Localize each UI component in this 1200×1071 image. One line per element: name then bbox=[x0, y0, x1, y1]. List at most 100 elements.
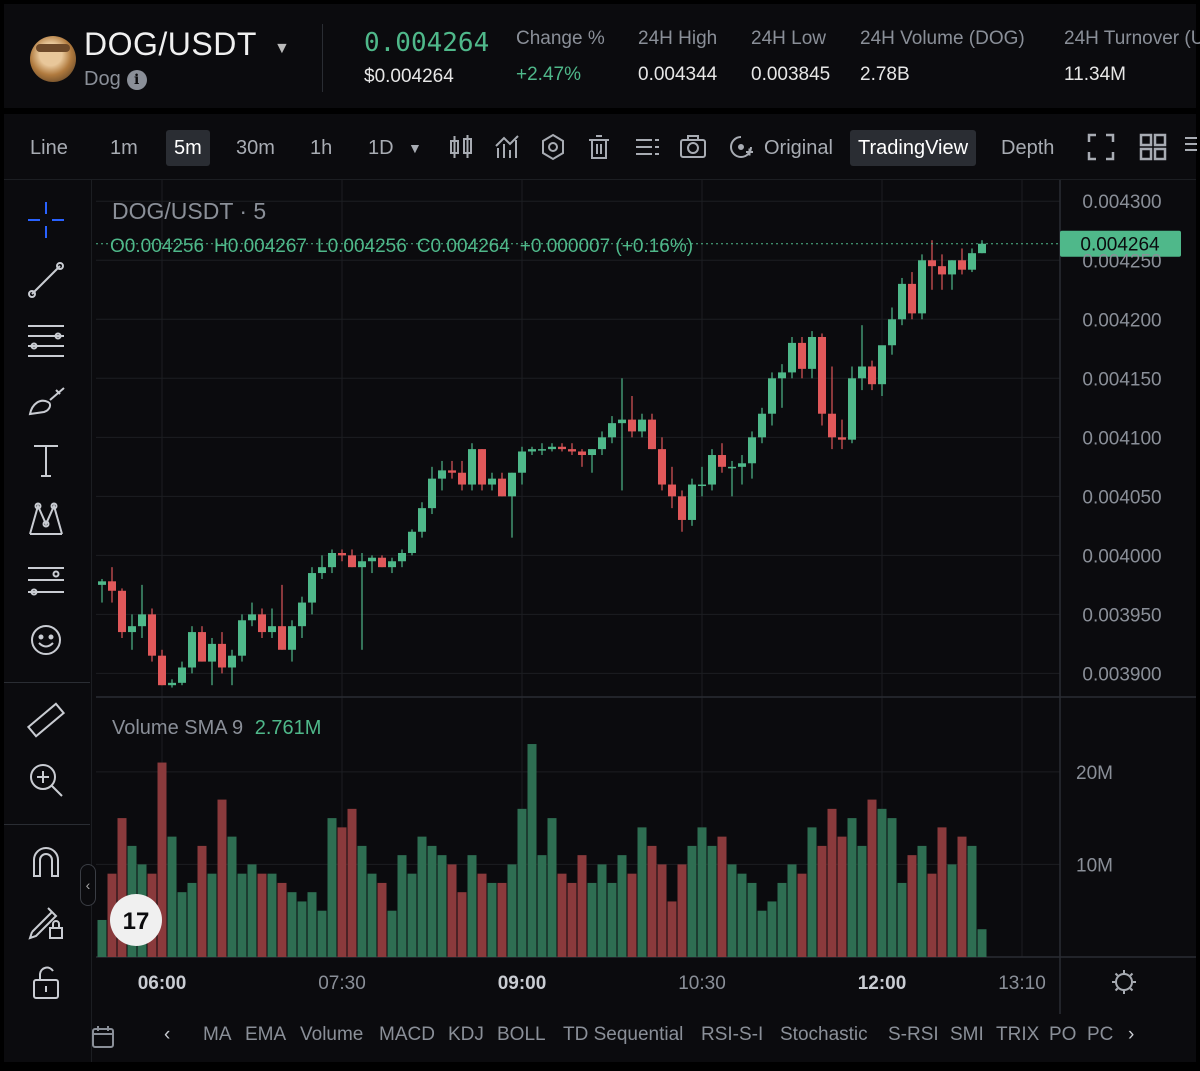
candle-body bbox=[358, 561, 366, 568]
volume-bar bbox=[387, 910, 397, 957]
candle-body bbox=[248, 614, 256, 621]
volume-bar bbox=[277, 882, 287, 957]
price-tick-label: 0.004300 bbox=[1082, 192, 1161, 213]
stat-label: 24H Volume (DOG) bbox=[860, 28, 1025, 49]
candle-body bbox=[638, 419, 646, 432]
candle-body bbox=[658, 449, 666, 485]
chart-title: DOG/USDT · 5 bbox=[112, 198, 266, 224]
volume-bar bbox=[557, 873, 567, 957]
candle-body bbox=[258, 614, 266, 633]
stat-24h-high: 24H High 0.004344 bbox=[638, 28, 717, 86]
indicator-td-sequential[interactable]: TD Sequential bbox=[563, 1024, 683, 1046]
indicator-smi[interactable]: SMI bbox=[950, 1024, 984, 1046]
volume-bar bbox=[867, 799, 877, 957]
volume-bar bbox=[487, 882, 497, 957]
indicator-ma[interactable]: MA bbox=[203, 1024, 232, 1046]
volume-bar bbox=[427, 845, 437, 957]
volume-bar bbox=[687, 845, 697, 957]
volume-bar bbox=[397, 855, 407, 957]
candle-body bbox=[868, 366, 876, 385]
volume-bar bbox=[257, 873, 267, 957]
price-tick-label: 0.004100 bbox=[1082, 428, 1161, 449]
volume-bar bbox=[667, 901, 677, 957]
indicator-boll[interactable]: BOLL bbox=[497, 1024, 546, 1046]
volume-bar bbox=[737, 873, 747, 957]
indicator-pc[interactable]: PC bbox=[1087, 1024, 1113, 1046]
volume-bar bbox=[237, 873, 247, 957]
token-name: Dog i bbox=[84, 68, 147, 91]
candle-body bbox=[348, 555, 356, 568]
candle-body bbox=[758, 413, 766, 438]
scroll-right-icon[interactable]: › bbox=[1128, 1024, 1134, 1046]
volume-bar bbox=[887, 818, 897, 957]
token-avatar bbox=[30, 36, 76, 82]
candle-body bbox=[778, 372, 786, 379]
indicator-ema[interactable]: EMA bbox=[245, 1024, 286, 1046]
candle-body bbox=[268, 626, 276, 633]
ohlc-value: H0.004267 bbox=[214, 236, 307, 257]
indicator-macd[interactable]: MACD bbox=[379, 1024, 435, 1046]
candle-body bbox=[128, 626, 136, 633]
candle-body bbox=[148, 614, 156, 656]
axis-settings-icon[interactable] bbox=[1115, 973, 1133, 991]
candle-body bbox=[428, 478, 436, 509]
candle-body bbox=[238, 620, 246, 656]
candlestick-chart[interactable]: 0.0042640.0043000.0042500.0042000.004150… bbox=[4, 114, 1196, 1014]
candle-body bbox=[378, 557, 386, 568]
candle-body bbox=[458, 472, 466, 485]
time-tick-label: 13:10 bbox=[998, 973, 1046, 994]
indicator-trix[interactable]: TRIX bbox=[996, 1024, 1039, 1046]
volume-bar bbox=[567, 882, 577, 957]
candle-body bbox=[848, 378, 856, 440]
pair-selector[interactable]: DOG/USDT bbox=[84, 26, 257, 63]
indicator-volume[interactable]: Volume bbox=[300, 1024, 363, 1046]
candle-body bbox=[528, 449, 536, 452]
volume-bar bbox=[897, 882, 907, 957]
volume-bar bbox=[597, 864, 607, 957]
calendar-icon[interactable] bbox=[90, 1024, 116, 1050]
volume-bar bbox=[627, 873, 637, 957]
stat-24h-volume: 24H Volume (DOG) 2.78B bbox=[860, 28, 1025, 86]
candle-body bbox=[228, 655, 236, 668]
candle-body bbox=[918, 260, 926, 314]
volume-bar bbox=[227, 836, 237, 957]
candle-body bbox=[518, 451, 526, 473]
volume-bar bbox=[767, 901, 777, 957]
indicator-rsi-s-i[interactable]: RSI-S-I bbox=[701, 1024, 763, 1046]
candle-body bbox=[578, 451, 586, 456]
candle-body bbox=[978, 243, 986, 254]
stat-label: 24H Turnover (U bbox=[1064, 28, 1200, 49]
indicator-s-rsi[interactable]: S-RSI bbox=[888, 1024, 939, 1046]
stat-value: +2.47% bbox=[516, 64, 581, 85]
ohlc-value: O0.004256 bbox=[110, 236, 204, 257]
candle-body bbox=[878, 345, 886, 385]
scroll-left-icon[interactable]: ‹ bbox=[164, 1024, 170, 1046]
volume-bar bbox=[697, 827, 707, 957]
candle-body bbox=[298, 602, 306, 627]
indicator-stochastic[interactable]: Stochastic bbox=[780, 1024, 868, 1046]
info-icon[interactable]: i bbox=[126, 70, 147, 90]
candle-body bbox=[628, 419, 636, 432]
volume-legend: Volume SMA 9 2.761M bbox=[112, 717, 321, 739]
stat-label: Change % bbox=[516, 28, 605, 49]
axis-settings-tooth bbox=[1129, 987, 1134, 992]
indicator-po[interactable]: PO bbox=[1049, 1024, 1076, 1046]
time-tick-label: 09:00 bbox=[498, 973, 547, 994]
candle-body bbox=[368, 557, 376, 562]
candle-body bbox=[898, 283, 906, 320]
stat-value: 0.003845 bbox=[751, 64, 831, 85]
candle-body bbox=[508, 472, 516, 497]
candle-body bbox=[388, 561, 396, 568]
volume-bar bbox=[547, 818, 557, 957]
volume-bar bbox=[537, 855, 547, 957]
volume-bar bbox=[727, 864, 737, 957]
candle-body bbox=[688, 484, 696, 520]
chevron-down-icon[interactable]: ▼ bbox=[274, 40, 290, 58]
indicator-kdj[interactable]: KDJ bbox=[448, 1024, 484, 1046]
stat-label: 24H High bbox=[638, 28, 718, 49]
candle-body bbox=[948, 260, 956, 275]
candle-body bbox=[588, 449, 596, 456]
candle-body bbox=[678, 496, 686, 520]
volume-sma-value: 2.761M bbox=[255, 717, 322, 739]
volume-bar bbox=[797, 873, 807, 957]
